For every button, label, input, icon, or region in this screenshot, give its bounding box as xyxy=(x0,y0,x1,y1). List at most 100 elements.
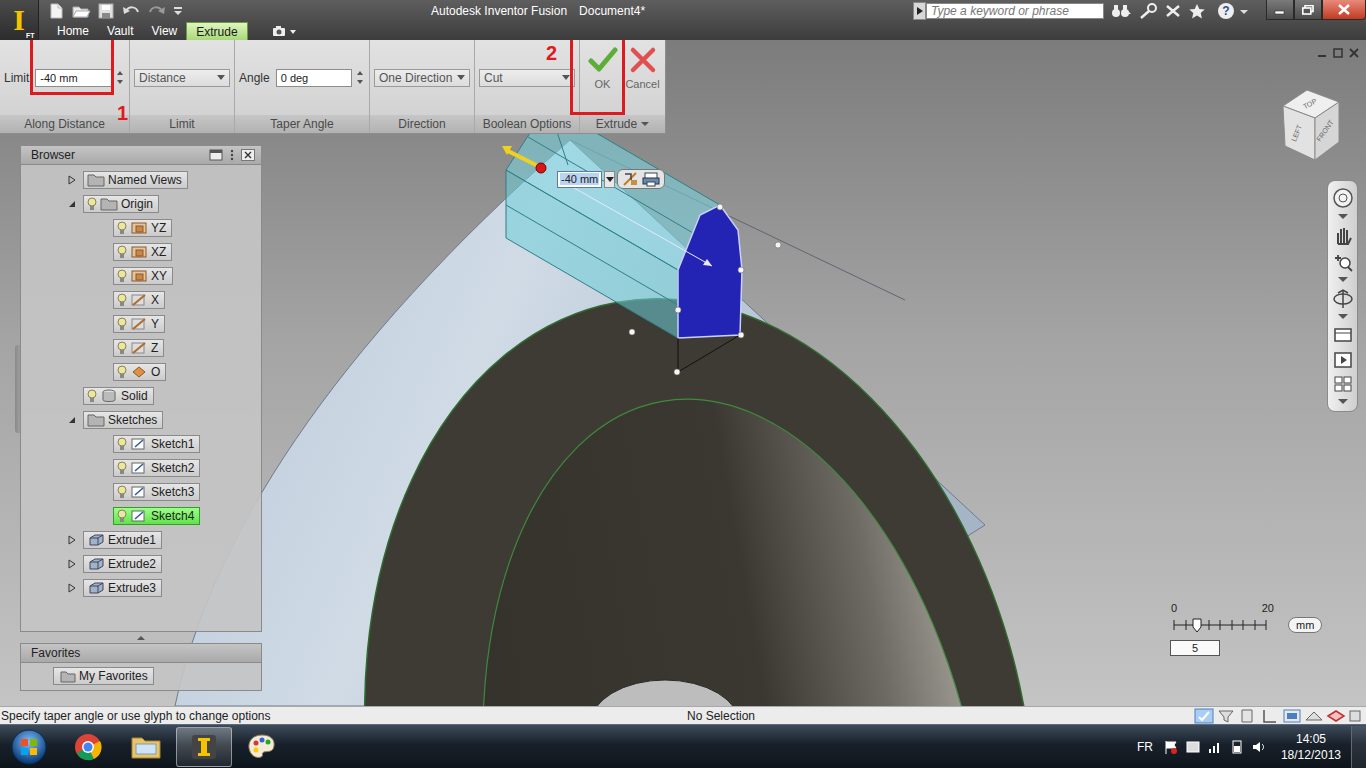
visibility-bulb-icon[interactable] xyxy=(117,485,127,499)
scale-unit[interactable]: mm xyxy=(1288,617,1322,633)
expanded-arrow-icon[interactable] xyxy=(68,416,76,424)
clock[interactable]: 14:0518/12/2013 xyxy=(1281,731,1341,763)
select-edges-icon[interactable] xyxy=(1260,708,1280,724)
restore-view-icon[interactable] xyxy=(1332,47,1344,59)
visibility-bulb-icon[interactable] xyxy=(117,293,127,307)
viewcube-left-face[interactable] xyxy=(1283,106,1315,160)
camera-icon[interactable] xyxy=(272,25,298,37)
select-filter-icon[interactable] xyxy=(1216,708,1236,724)
application-menu-button[interactable]: IFT xyxy=(0,0,39,40)
tree-item[interactable]: Solid xyxy=(21,384,261,408)
collapsed-arrow-icon[interactable] xyxy=(68,535,76,545)
view-layout-icon[interactable] xyxy=(1332,374,1354,394)
ribbon-tab[interactable]: Vault xyxy=(98,22,142,40)
language-indicator[interactable]: FR xyxy=(1137,740,1153,754)
tree-item[interactable]: Named Views xyxy=(21,168,261,192)
glyph-flip-button[interactable] xyxy=(622,171,640,187)
visibility-bulb-icon[interactable] xyxy=(117,437,127,451)
panel-layout-icon[interactable] xyxy=(209,149,223,161)
camera-dropdown[interactable] xyxy=(272,22,298,40)
subscription-key-icon[interactable] xyxy=(1138,3,1158,19)
glyph-value-field[interactable]: -40 mm xyxy=(557,171,602,188)
binoculars-icon[interactable] xyxy=(1110,3,1132,19)
panel-close-icon[interactable] xyxy=(241,149,255,161)
viewcube[interactable]: TOPLEFTFRONT xyxy=(1277,88,1351,164)
scale-thumb[interactable] xyxy=(1193,619,1201,632)
dropdown[interactable]: Cut xyxy=(479,69,575,87)
communication-center-icon[interactable] xyxy=(1164,3,1182,19)
tree-item[interactable]: O xyxy=(21,360,261,384)
orbit-icon[interactable] xyxy=(1332,288,1354,310)
glyph-options-button[interactable] xyxy=(642,171,660,187)
visibility-bulb-icon[interactable] xyxy=(117,341,127,355)
tree-item[interactable]: Extrude1 xyxy=(21,528,261,552)
tree-item[interactable]: Sketches xyxy=(21,408,261,432)
power-icon[interactable] xyxy=(1229,739,1245,755)
spin-buttons[interactable] xyxy=(355,69,365,87)
undo-icon[interactable] xyxy=(121,3,141,19)
sketch-profile[interactable] xyxy=(678,205,742,338)
tree-item[interactable]: Sketch2 xyxy=(21,456,261,480)
expand-arrow-icon[interactable] xyxy=(1338,314,1348,320)
redo-icon[interactable] xyxy=(147,3,167,19)
volume-icon[interactable] xyxy=(1251,739,1267,755)
visibility-bulb-icon[interactable] xyxy=(87,197,97,211)
select-faces-icon[interactable] xyxy=(1238,708,1258,724)
taskbar-app[interactable] xyxy=(234,727,290,767)
ribbon-tab[interactable]: View xyxy=(142,22,186,40)
ribbon-tab[interactable]: Home xyxy=(48,22,98,40)
graphics-viewport[interactable]: Limit-40 mmAlong Distance1DistanceLimitA… xyxy=(0,40,1366,706)
zoom-icon[interactable] xyxy=(1332,251,1354,273)
group-menu-arrow[interactable] xyxy=(641,122,649,126)
manipulator-handle[interactable] xyxy=(536,163,546,173)
close-view-icon[interactable] xyxy=(1348,47,1360,59)
help-dropdown-icon[interactable] xyxy=(1240,3,1248,19)
restore-button[interactable] xyxy=(1294,0,1322,20)
value-field[interactable]: 0 deg xyxy=(276,69,352,87)
expand-search-button[interactable] xyxy=(913,2,926,20)
app-tray-icon[interactable] xyxy=(1185,739,1201,755)
taskbar-app[interactable] xyxy=(118,727,174,767)
collapsed-arrow-icon[interactable] xyxy=(68,175,76,185)
value-field[interactable]: -40 mm xyxy=(35,69,112,87)
expanded-arrow-icon[interactable] xyxy=(68,200,76,208)
start-button[interactable] xyxy=(10,728,48,766)
animation-icon[interactable] xyxy=(1332,350,1354,370)
collapsed-arrow-icon[interactable] xyxy=(68,559,76,569)
new-icon[interactable] xyxy=(47,3,65,19)
network-icon[interactable] xyxy=(1207,739,1223,755)
center-hole[interactable] xyxy=(590,680,740,706)
pan-hand-icon[interactable] xyxy=(1332,224,1354,246)
more-icon[interactable] xyxy=(1348,708,1362,724)
ribbon-button[interactable]: Cancel xyxy=(625,46,661,90)
scale-slider[interactable] xyxy=(1170,616,1270,634)
show-desktop-button[interactable] xyxy=(1351,726,1366,768)
ribbon-button[interactable]: OK xyxy=(585,46,621,90)
close-button[interactable] xyxy=(1322,0,1366,20)
tree-item[interactable]: Extrude2 xyxy=(21,552,261,576)
grid-icon[interactable] xyxy=(1304,708,1324,724)
tree-item[interactable]: Z xyxy=(21,336,261,360)
search-field[interactable] xyxy=(926,3,1104,19)
visibility-bulb-icon[interactable] xyxy=(117,317,127,331)
toolbar-dropdown-icon[interactable] xyxy=(173,3,183,19)
favorites-item[interactable]: My Favorites xyxy=(53,667,154,685)
visibility-bulb-icon[interactable] xyxy=(87,389,97,403)
steering-wheel-icon[interactable] xyxy=(1332,187,1354,209)
shadows-icon[interactable] xyxy=(1326,708,1346,724)
minimize-view-icon[interactable] xyxy=(1316,47,1328,59)
display-settings-icon[interactable] xyxy=(1282,708,1302,724)
favorites-star-icon[interactable] xyxy=(1188,3,1206,19)
taskbar-app[interactable] xyxy=(60,727,116,767)
panel-splitter[interactable] xyxy=(20,633,262,642)
tree-item[interactable]: X xyxy=(21,288,261,312)
tree-item[interactable]: XY xyxy=(21,264,261,288)
visibility-bulb-icon[interactable] xyxy=(117,365,127,379)
customize-arrow-icon[interactable] xyxy=(1338,399,1348,405)
tree-item[interactable]: Origin xyxy=(21,192,261,216)
spin-buttons[interactable] xyxy=(115,69,125,87)
panel-menu-icon[interactable] xyxy=(229,149,235,161)
collapsed-arrow-icon[interactable] xyxy=(68,583,76,593)
save-icon[interactable] xyxy=(97,3,115,19)
ribbon-tab[interactable]: Extrude xyxy=(186,22,247,40)
